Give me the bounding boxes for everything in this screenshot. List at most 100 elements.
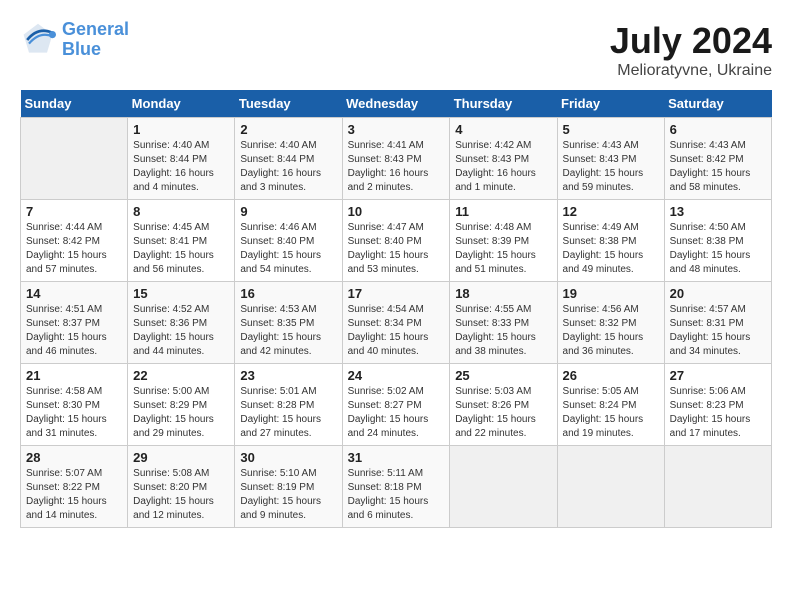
- day-info: Sunrise: 4:40 AMSunset: 8:44 PMDaylight:…: [240, 139, 336, 195]
- day-number: 15: [133, 286, 229, 301]
- day-info: Sunrise: 5:05 AMSunset: 8:24 PMDaylight:…: [563, 385, 659, 441]
- calendar-cell: 21 Sunrise: 4:58 AMSunset: 8:30 PMDayligh…: [21, 364, 128, 446]
- day-number: 26: [563, 368, 659, 383]
- calendar-cell: 9 Sunrise: 4:46 AMSunset: 8:40 PMDaylight…: [235, 200, 342, 282]
- logo: General Blue: [20, 20, 129, 60]
- day-number: 21: [26, 368, 122, 383]
- day-number: 5: [563, 122, 659, 137]
- day-info: Sunrise: 4:48 AMSunset: 8:39 PMDaylight:…: [455, 221, 551, 277]
- day-number: 17: [348, 286, 445, 301]
- day-number: 31: [348, 450, 445, 465]
- day-info: Sunrise: 4:56 AMSunset: 8:32 PMDaylight:…: [563, 303, 659, 359]
- column-header-sunday: Sunday: [21, 90, 128, 118]
- day-number: 25: [455, 368, 551, 383]
- calendar-cell: 25 Sunrise: 5:03 AMSunset: 8:26 PMDayligh…: [450, 364, 557, 446]
- calendar-cell: 19 Sunrise: 4:56 AMSunset: 8:32 PMDayligh…: [557, 282, 664, 364]
- calendar-week-1: 1Sunrise: 4:40 AMSunset: 8:44 PMDaylight…: [21, 118, 772, 200]
- day-number: 29: [133, 450, 229, 465]
- day-info: Sunrise: 5:00 AMSunset: 8:29 PMDaylight:…: [133, 385, 229, 441]
- day-info: Sunrise: 4:57 AMSunset: 8:31 PMDaylight:…: [670, 303, 766, 359]
- title-block: July 2024 Melioratyvne, Ukraine: [610, 20, 772, 80]
- calendar-cell: [450, 446, 557, 528]
- calendar-cell: 29Sunrise: 5:08 AMSunset: 8:20 PMDayligh…: [128, 446, 235, 528]
- day-number: 10: [348, 204, 445, 219]
- calendar-cell: 11Sunrise: 4:48 AMSunset: 8:39 PMDayligh…: [450, 200, 557, 282]
- day-number: 13: [670, 204, 766, 219]
- calendar-cell: [557, 446, 664, 528]
- day-info: Sunrise: 4:45 AMSunset: 8:41 PMDaylight:…: [133, 221, 229, 277]
- calendar-cell: [664, 446, 771, 528]
- day-info: Sunrise: 5:02 AMSunset: 8:27 PMDaylight:…: [348, 385, 445, 441]
- day-info: Sunrise: 4:43 AMSunset: 8:43 PMDaylight:…: [563, 139, 659, 195]
- day-number: 30: [240, 450, 336, 465]
- column-header-thursday: Thursday: [450, 90, 557, 118]
- column-header-wednesday: Wednesday: [342, 90, 450, 118]
- day-number: 14: [26, 286, 122, 301]
- day-info: Sunrise: 4:54 AMSunset: 8:34 PMDaylight:…: [348, 303, 445, 359]
- calendar-cell: 6 Sunrise: 4:43 AMSunset: 8:42 PMDaylight…: [664, 118, 771, 200]
- day-info: Sunrise: 4:44 AMSunset: 8:42 PMDaylight:…: [26, 221, 122, 277]
- calendar-title: July 2024: [610, 20, 772, 62]
- calendar-cell: 2 Sunrise: 4:40 AMSunset: 8:44 PMDaylight…: [235, 118, 342, 200]
- day-number: 18: [455, 286, 551, 301]
- calendar-table: SundayMondayTuesdayWednesdayThursdayFrid…: [20, 90, 772, 528]
- calendar-cell: 8 Sunrise: 4:45 AMSunset: 8:41 PMDaylight…: [128, 200, 235, 282]
- day-info: Sunrise: 4:50 AMSunset: 8:38 PMDaylight:…: [670, 221, 766, 277]
- calendar-cell: 27Sunrise: 5:06 AMSunset: 8:23 PMDayligh…: [664, 364, 771, 446]
- calendar-cell: 15 Sunrise: 4:52 AMSunset: 8:36 PMDayligh…: [128, 282, 235, 364]
- logo-icon: [20, 22, 56, 58]
- day-number: 28: [26, 450, 122, 465]
- day-info: Sunrise: 4:49 AMSunset: 8:38 PMDaylight:…: [563, 221, 659, 277]
- day-info: Sunrise: 4:41 AMSunset: 8:43 PMDaylight:…: [348, 139, 445, 195]
- page-header: General Blue July 2024 Melioratyvne, Ukr…: [20, 20, 772, 80]
- day-info: Sunrise: 4:53 AMSunset: 8:35 PMDaylight:…: [240, 303, 336, 359]
- calendar-cell: 28Sunrise: 5:07 AMSunset: 8:22 PMDayligh…: [21, 446, 128, 528]
- calendar-cell: 31 Sunrise: 5:11 AMSunset: 8:18 PMDayligh…: [342, 446, 450, 528]
- column-header-saturday: Saturday: [664, 90, 771, 118]
- calendar-subtitle: Melioratyvne, Ukraine: [610, 62, 772, 80]
- calendar-cell: 14Sunrise: 4:51 AMSunset: 8:37 PMDayligh…: [21, 282, 128, 364]
- calendar-cell: 5 Sunrise: 4:43 AMSunset: 8:43 PMDaylight…: [557, 118, 664, 200]
- calendar-cell: 18 Sunrise: 4:55 AMSunset: 8:33 PMDayligh…: [450, 282, 557, 364]
- day-info: Sunrise: 4:46 AMSunset: 8:40 PMDaylight:…: [240, 221, 336, 277]
- day-info: Sunrise: 5:03 AMSunset: 8:26 PMDaylight:…: [455, 385, 551, 441]
- day-number: 19: [563, 286, 659, 301]
- day-info: Sunrise: 4:55 AMSunset: 8:33 PMDaylight:…: [455, 303, 551, 359]
- day-info: Sunrise: 5:10 AMSunset: 8:19 PMDaylight:…: [240, 467, 336, 523]
- day-number: 20: [670, 286, 766, 301]
- calendar-cell: 3Sunrise: 4:41 AMSunset: 8:43 PMDaylight…: [342, 118, 450, 200]
- day-info: Sunrise: 5:06 AMSunset: 8:23 PMDaylight:…: [670, 385, 766, 441]
- day-number: 8: [133, 204, 229, 219]
- calendar-cell: 26 Sunrise: 5:05 AMSunset: 8:24 PMDayligh…: [557, 364, 664, 446]
- calendar-cell: 24 Sunrise: 5:02 AMSunset: 8:27 PMDayligh…: [342, 364, 450, 446]
- day-info: Sunrise: 4:47 AMSunset: 8:40 PMDaylight:…: [348, 221, 445, 277]
- column-headers: SundayMondayTuesdayWednesdayThursdayFrid…: [21, 90, 772, 118]
- calendar-cell: 23Sunrise: 5:01 AMSunset: 8:28 PMDayligh…: [235, 364, 342, 446]
- calendar-cell: 30 Sunrise: 5:10 AMSunset: 8:19 PMDayligh…: [235, 446, 342, 528]
- day-number: 24: [348, 368, 445, 383]
- day-number: 16: [240, 286, 336, 301]
- calendar-cell: [21, 118, 128, 200]
- day-number: 7: [26, 204, 122, 219]
- calendar-cell: 20 Sunrise: 4:57 AMSunset: 8:31 PMDayligh…: [664, 282, 771, 364]
- day-info: Sunrise: 4:58 AMSunset: 8:30 PMDaylight:…: [26, 385, 122, 441]
- calendar-cell: 16 Sunrise: 4:53 AMSunset: 8:35 PMDayligh…: [235, 282, 342, 364]
- day-info: Sunrise: 5:01 AMSunset: 8:28 PMDaylight:…: [240, 385, 336, 441]
- day-number: 4: [455, 122, 551, 137]
- calendar-week-5: 28Sunrise: 5:07 AMSunset: 8:22 PMDayligh…: [21, 446, 772, 528]
- day-info: Sunrise: 5:11 AMSunset: 8:18 PMDaylight:…: [348, 467, 445, 523]
- calendar-week-2: 7 Sunrise: 4:44 AMSunset: 8:42 PMDaylight…: [21, 200, 772, 282]
- calendar-cell: 12 Sunrise: 4:49 AMSunset: 8:38 PMDayligh…: [557, 200, 664, 282]
- day-number: 6: [670, 122, 766, 137]
- day-number: 9: [240, 204, 336, 219]
- day-info: Sunrise: 4:42 AMSunset: 8:43 PMDaylight:…: [455, 139, 551, 195]
- day-number: 12: [563, 204, 659, 219]
- calendar-week-4: 21 Sunrise: 4:58 AMSunset: 8:30 PMDayligh…: [21, 364, 772, 446]
- day-number: 2: [240, 122, 336, 137]
- day-number: 22: [133, 368, 229, 383]
- calendar-cell: 17 Sunrise: 4:54 AMSunset: 8:34 PMDayligh…: [342, 282, 450, 364]
- calendar-cell: 1Sunrise: 4:40 AMSunset: 8:44 PMDaylight…: [128, 118, 235, 200]
- day-info: Sunrise: 4:43 AMSunset: 8:42 PMDaylight:…: [670, 139, 766, 195]
- day-info: Sunrise: 4:52 AMSunset: 8:36 PMDaylight:…: [133, 303, 229, 359]
- calendar-cell: 10 Sunrise: 4:47 AMSunset: 8:40 PMDayligh…: [342, 200, 450, 282]
